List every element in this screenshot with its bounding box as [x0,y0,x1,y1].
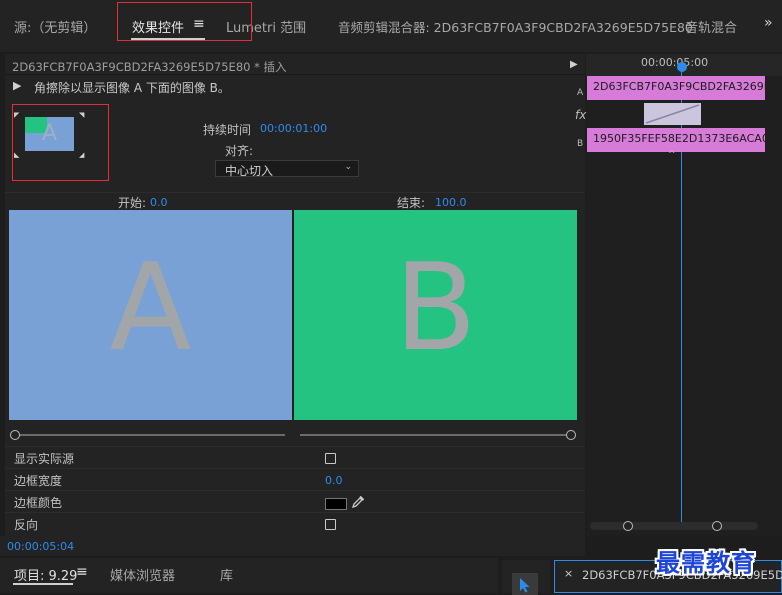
tab-library[interactable]: 库 [220,565,233,584]
border-color-label: 边框颜色 [14,496,63,510]
border-color-swatch[interactable] [325,498,347,510]
property-row-reverse: 反向 [5,512,585,535]
border-width-label: 边框宽度 [14,474,63,488]
trim-caret-icon: ^ [668,150,676,160]
effect-timeline: 00:00:05:00 A 2D63FCB7F0A3F9CBD2FA3269E5… [575,54,782,536]
start-value[interactable]: 0.0 [150,196,168,209]
highlight-box-effect-tab [117,2,252,41]
reverse-checkbox[interactable] [325,519,336,530]
selection-tool-button[interactable] [512,573,538,595]
tools-panel [502,560,550,595]
timeline-zoom-right-handle[interactable] [712,521,722,531]
transition-clip[interactable] [644,103,701,125]
playhead-handle[interactable] [677,62,687,72]
end-slider-track[interactable] [300,434,566,436]
duration-value[interactable]: 00:00:01:00 [260,122,327,135]
expand-arrow-icon[interactable]: ▶ [570,59,578,70]
preview-a-letter: A [109,239,192,378]
alignment-dropdown[interactable]: 中心切入 ⌄ [215,160,359,178]
project-panel-tabs: 项目: 9.29 ≡ 媒体浏览器 库 [0,558,498,593]
show-actual-sources-label: 显示实际源 [14,452,75,466]
show-actual-sources-checkbox[interactable] [325,453,336,464]
tab-source[interactable]: 源:（无剪辑） [14,17,96,36]
timeline-zoom-left-handle[interactable] [623,521,633,531]
alignment-dropdown-value: 中心切入 [225,164,274,178]
clip-b[interactable]: 1950F35FEF58E2D1373E6ACA0D83 [587,128,765,152]
active-tab-underline [13,583,73,585]
tab-media-browser[interactable]: 媒体浏览器 [110,565,175,584]
close-sequence-icon[interactable]: × [564,567,573,580]
eyedropper-icon[interactable] [351,495,365,509]
start-slider-track[interactable] [19,434,285,436]
status-bar: 00:00:05:04 [0,536,585,556]
transition-description: 角擦除以显示图像 A 下面的图像 B。 [34,81,230,95]
track-a-label: A [577,88,584,98]
tab-project[interactable]: 项目: 9.29 [14,565,77,584]
tab-audio-clip-mixer[interactable]: 音频剪辑混合器: 2D63FCB7F0A3F9CBD2FA3269E5D75E8… [338,17,693,36]
clip-a[interactable]: 2D63FCB7F0A3F9CBD2FA3269E5D75E80 [587,76,765,100]
watermark-logo: 最需教育 [656,549,756,577]
preview-b: B [294,210,577,420]
selection-arrow-icon [520,578,530,593]
alignment-label: 对齐: [225,144,254,158]
end-label: 结束: [397,196,426,210]
fx-icon: fx [575,108,587,122]
highlight-box-thumbnail [12,104,109,181]
clip-header: 2D63FCB7F0A3F9CBD2FA3269E5D75E80 * 插入 [12,60,287,74]
preview-b-letter: B [394,239,477,378]
tab-audio-track-mixer[interactable]: 音轨混合 [685,17,737,36]
border-width-value[interactable]: 0.0 [325,474,343,487]
end-value[interactable]: 100.0 [435,196,467,209]
property-row-show-actual-sources: 显示实际源 [5,446,585,469]
current-time[interactable]: 00:00:05:04 [7,540,74,553]
end-slider-handle[interactable] [566,430,576,440]
divider [5,74,585,75]
timeline-timecode: 00:00:05:00 [641,56,709,69]
preview-a: A [9,210,292,420]
timeline-scrollbar[interactable] [590,522,758,530]
more-tabs-icon[interactable]: » [764,15,773,31]
divider [5,192,585,193]
property-row-border-color: 边框颜色 [5,490,585,513]
duration-label: 持续时间 [203,123,252,137]
reverse-label: 反向 [14,518,39,532]
property-row-border-width: 边框宽度 0.0 [5,468,585,491]
transition-diagonal [645,104,700,124]
project-tab-menu-icon[interactable]: ≡ [76,564,88,580]
start-slider-handle[interactable] [10,430,20,440]
play-transition-icon[interactable]: ▶ [13,79,21,92]
chevron-down-icon: ⌄ [344,162,352,172]
start-label: 开始: [118,196,147,210]
track-b-label: B [577,139,584,149]
